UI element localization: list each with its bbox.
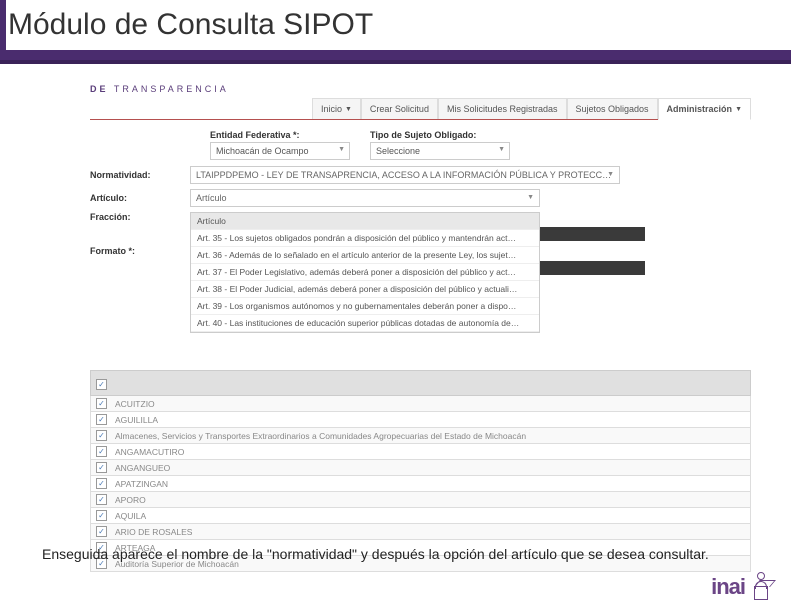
- slide-title: Módulo de Consulta SIPOT: [6, 0, 791, 50]
- checklist-header: ✓: [90, 370, 751, 396]
- dropdown-option[interactable]: Art. 35 - Los sujetos obligados pondrán …: [191, 230, 539, 247]
- slide-header: Módulo de Consulta SIPOT: [0, 0, 791, 64]
- dropdown-option[interactable]: Art. 37 - El Poder Legislativo, además d…: [191, 264, 539, 281]
- dropdown-option[interactable]: Art. 36 - Además de lo señalado en el ar…: [191, 247, 539, 264]
- tab-administracion[interactable]: Administración ▼: [658, 98, 751, 120]
- articulo-dropdown: ArtículoArt. 35 - Los sujetos obligados …: [190, 212, 540, 333]
- list-item: ✓ ACUITZIO: [90, 396, 751, 412]
- checkbox-all[interactable]: ✓: [96, 379, 107, 390]
- tipo-select[interactable]: Seleccione: [370, 142, 510, 160]
- list-item-label: APATZINGAN: [115, 479, 168, 489]
- list-item: ✓ Almacenes, Servicios y Transportes Extr…: [90, 428, 751, 444]
- dropdown-option[interactable]: Artículo: [191, 213, 539, 230]
- list-item: ✓ ANGANGUEO: [90, 460, 751, 476]
- chevron-down-icon: ▼: [498, 146, 505, 153]
- list-item-label: AGUILILLA: [115, 415, 158, 425]
- entidad-label: Entidad Federativa *:: [210, 130, 350, 140]
- list-item-label: ANGAMACUTIRO: [115, 447, 184, 457]
- articulo-select[interactable]: Artículo: [190, 189, 540, 207]
- fraccion-label: Fracción:: [90, 212, 180, 222]
- list-item: ✓ ARIO DE ROSALES: [90, 524, 751, 540]
- checkbox[interactable]: ✓: [96, 398, 107, 409]
- articulo-label: Artículo:: [90, 193, 180, 203]
- checkbox[interactable]: ✓: [96, 510, 107, 521]
- chevron-down-icon: ▼: [735, 106, 742, 113]
- chevron-down-icon: ▼: [345, 106, 352, 113]
- entidad-select[interactable]: Michoacán de Ocampo: [210, 142, 350, 160]
- tab-sujetos-obligados[interactable]: Sujetos Obligados: [567, 98, 658, 119]
- chevron-down-icon: ▼: [338, 146, 345, 153]
- list-item: ✓ APATZINGAN: [90, 476, 751, 492]
- inai-icon: [749, 572, 773, 600]
- chevron-down-icon: ▼: [607, 171, 614, 178]
- checkbox[interactable]: ✓: [96, 494, 107, 505]
- normatividad-label: Normatividad:: [90, 170, 180, 180]
- chevron-down-icon: ▼: [527, 194, 534, 201]
- checkbox[interactable]: ✓: [96, 446, 107, 457]
- list-item: ✓ APORO: [90, 492, 751, 508]
- form-row-top: Entidad Federativa *: Michoacán de Ocamp…: [210, 130, 751, 160]
- checkbox[interactable]: ✓: [96, 526, 107, 537]
- tab-mis-solicitudes[interactable]: Mis Solicitudes Registradas: [438, 98, 567, 119]
- screenshot-content: DE TRANSPARENCIA Inicio▼ Crear Solicitud…: [0, 64, 791, 572]
- checkbox[interactable]: ✓: [96, 414, 107, 425]
- nav-tabs: Inicio▼ Crear Solicitud Mis Solicitudes …: [90, 98, 751, 120]
- tab-inicio[interactable]: Inicio▼: [312, 98, 361, 119]
- tab-crear-solicitud[interactable]: Crear Solicitud: [361, 98, 438, 119]
- list-item-label: ACUITZIO: [115, 399, 155, 409]
- tipo-label: Tipo de Sujeto Obligado:: [370, 130, 510, 140]
- normatividad-select[interactable]: LTAIPPDPEMO - LEY DE TRANSAPRENCIA, ACCE…: [190, 166, 620, 184]
- formato-label: Formato *:: [90, 246, 180, 256]
- checkbox[interactable]: ✓: [96, 430, 107, 441]
- list-item-label: Almacenes, Servicios y Transportes Extra…: [115, 431, 526, 441]
- list-item-label: APORO: [115, 495, 146, 505]
- list-item: ✓ AGUILILLA: [90, 412, 751, 428]
- checkbox[interactable]: ✓: [96, 478, 107, 489]
- checkbox[interactable]: ✓: [96, 462, 107, 473]
- dropdown-option[interactable]: Art. 39 - Los organismos autónomos y no …: [191, 298, 539, 315]
- dropdown-option[interactable]: Art. 38 - El Poder Judicial, además debe…: [191, 281, 539, 298]
- list-item: ✓ AQUILA: [90, 508, 751, 524]
- list-item-label: ANGANGUEO: [115, 463, 170, 473]
- checklist: ✓ ✓ ACUITZIO ✓ AGUILILLA ✓ Almacenes, Servici…: [90, 370, 751, 572]
- dropdown-option[interactable]: Art. 40 - Las instituciones de educación…: [191, 315, 539, 332]
- list-item-label: AQUILA: [115, 511, 146, 521]
- brand-text: DE TRANSPARENCIA: [90, 84, 751, 94]
- list-item: ✓ ANGAMACUTIRO: [90, 444, 751, 460]
- footer-caption: Enseguida aparece el nombre de la "norma…: [42, 545, 711, 565]
- list-item-label: ARIO DE ROSALES: [115, 527, 192, 537]
- inai-logo: inai: [711, 572, 773, 600]
